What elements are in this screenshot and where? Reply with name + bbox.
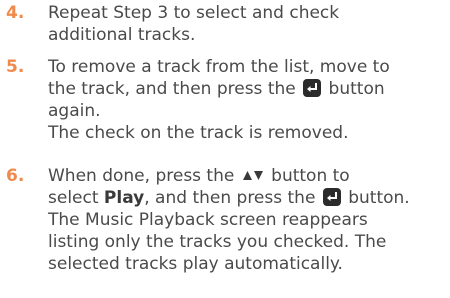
- step-line: additional tracks.: [48, 25, 196, 45]
- step-line-part: When done, press the: [48, 166, 235, 186]
- step-line-part: button to: [271, 166, 350, 186]
- step-line: The Music Playback screen reappears: [48, 210, 368, 230]
- step-number: 6.: [6, 166, 25, 186]
- step-line: again.: [48, 101, 101, 121]
- step-number: 4.: [6, 3, 25, 23]
- enter-button-icon: [322, 188, 341, 206]
- step-line: Repeat Step 3 to select and check: [48, 3, 340, 23]
- step-line-part: , and then press the: [144, 188, 316, 208]
- step-line: To remove a track from the list, move to: [48, 57, 390, 77]
- step-line: listing only the tracks you checked. The: [48, 232, 387, 252]
- up-down-arrow-icon: [242, 165, 264, 187]
- step-text: To remove a track from the list, move to…: [48, 56, 444, 144]
- step-line-part: button.: [348, 188, 410, 208]
- step-note: The check on the track is removed.: [48, 123, 349, 143]
- step-line-part: button: [328, 79, 385, 99]
- step-line: When done, press the button to: [48, 165, 444, 187]
- step-text: Repeat Step 3 to select and check additi…: [48, 2, 444, 46]
- step-line-part: the track, and then press the: [48, 79, 296, 99]
- manual-page: 4. Repeat Step 3 to select and check add…: [0, 0, 450, 298]
- play-label: Play: [103, 188, 145, 208]
- step-text: When done, press the button to select Pl…: [48, 165, 444, 275]
- step-line-part: select: [48, 188, 99, 208]
- step-number: 5.: [6, 57, 25, 77]
- enter-button-icon: [303, 79, 322, 97]
- step-line: the track, and then press the button: [48, 78, 444, 100]
- step-line: selected tracks play automatically.: [48, 254, 343, 274]
- step-line: select Play, and then press the button.: [48, 187, 444, 209]
